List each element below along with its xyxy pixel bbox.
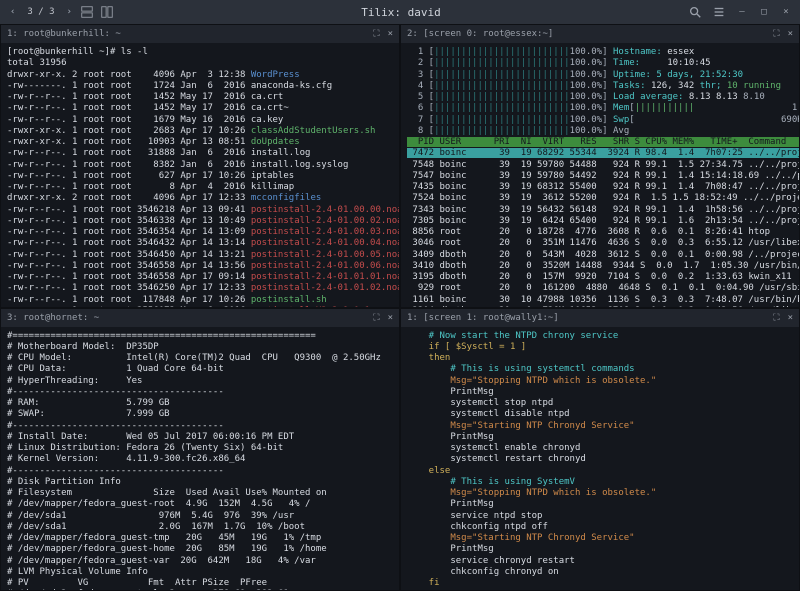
pane-1-header: 1: root@bunkerhill: ~ ⛶ × xyxy=(1,25,399,43)
pane-maximize-icon[interactable]: ⛶ xyxy=(773,313,779,323)
pane-maximize-icon[interactable]: ⛶ xyxy=(373,29,379,39)
pane-3-header: 3: root@hornet: ~ ⛶ × xyxy=(1,309,399,327)
pane-grid: 1: root@bunkerhill: ~ ⛶ × [root@bunkerhil… xyxy=(0,24,800,591)
pane-close-icon[interactable]: × xyxy=(388,29,393,39)
window-titlebar: ‹ 3 / 3 › Tilix: david — □ × xyxy=(0,0,800,24)
pane-maximize-icon[interactable]: ⛶ xyxy=(373,313,379,323)
window-title: Tilix: david xyxy=(361,6,440,19)
add-right-icon[interactable] xyxy=(100,5,114,19)
pane-close-icon[interactable]: × xyxy=(788,29,793,39)
pane-close-icon[interactable]: × xyxy=(788,313,793,323)
terminal-4[interactable]: # Now start the NTPD chrony service if [… xyxy=(401,327,799,591)
pane-4: 1: [screen 1: root@wally1:~] ⛶ × # Now st… xyxy=(400,308,800,591)
pane-1: 1: root@bunkerhill: ~ ⛶ × [root@bunkerhil… xyxy=(0,24,400,308)
pane-close-icon[interactable]: × xyxy=(388,313,393,323)
pane-1-title: 1: root@bunkerhill: ~ xyxy=(7,29,121,39)
terminal-3[interactable]: #=======================================… xyxy=(1,327,399,591)
prev-arrow-icon[interactable]: ‹ xyxy=(8,7,17,17)
maximize-button[interactable]: □ xyxy=(758,6,770,18)
terminal-2[interactable]: 1 [|||||||||||||||||||||||||100.0%] 2 [|… xyxy=(401,43,799,307)
terminal-1[interactable]: [root@bunkerhill ~]# ls -l total 31956 d… xyxy=(1,43,399,307)
session-counter: 3 / 3 xyxy=(23,7,58,17)
close-button[interactable]: × xyxy=(780,6,792,18)
search-icon[interactable] xyxy=(688,5,702,19)
pane-2-title: 2: [screen 0: root@essex:~] xyxy=(407,29,553,39)
pane-maximize-icon[interactable]: ⛶ xyxy=(773,29,779,39)
pane-4-header: 1: [screen 1: root@wally1:~] ⛶ × xyxy=(401,309,799,327)
pane-2-header: 2: [screen 0: root@essex:~] ⛶ × xyxy=(401,25,799,43)
pane-3-title: 3: root@hornet: ~ xyxy=(7,313,99,323)
menu-icon[interactable] xyxy=(712,5,726,19)
next-arrow-icon[interactable]: › xyxy=(65,7,74,17)
pane-4-title: 1: [screen 1: root@wally1:~] xyxy=(407,313,559,323)
add-below-icon[interactable] xyxy=(80,5,94,19)
pane-2: 2: [screen 0: root@essex:~] ⛶ × 1 [||||||… xyxy=(400,24,800,308)
pane-3: 3: root@hornet: ~ ⛶ × #==================… xyxy=(0,308,400,591)
minimize-button[interactable]: — xyxy=(736,6,748,18)
